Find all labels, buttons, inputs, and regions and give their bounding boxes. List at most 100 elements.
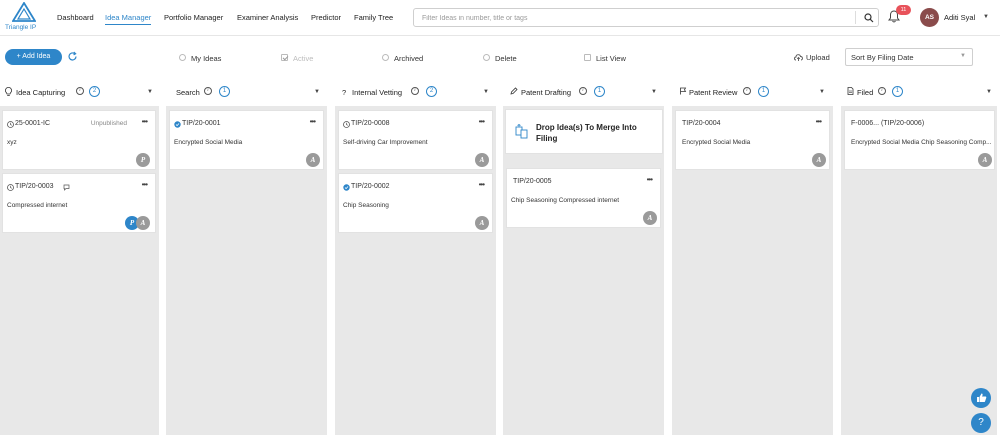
more-options-icon[interactable]: ••• bbox=[479, 180, 485, 189]
nav-predictor[interactable]: Predictor bbox=[311, 13, 341, 22]
assignee-avatar[interactable]: A bbox=[306, 153, 320, 167]
kanban-board: Idea Capturing i 2 ▼ 25-0001-IC Unpublis… bbox=[0, 74, 1000, 435]
active-checkbox[interactable] bbox=[281, 54, 288, 61]
idea-card[interactable]: 25-0001-IC Unpublished ••• xyz P bbox=[2, 110, 156, 170]
filter-label: List View bbox=[596, 54, 626, 63]
filter-delete[interactable]: Delete bbox=[483, 53, 533, 63]
card-title: Compressed internet bbox=[7, 202, 68, 209]
filter-active[interactable]: Active bbox=[281, 53, 331, 63]
column-header-filed: Filed i 1 ▼ bbox=[847, 86, 997, 100]
check-badge-icon bbox=[343, 184, 350, 191]
user-avatar[interactable]: AS bbox=[920, 8, 939, 27]
card-title: Encrypted Social Media bbox=[682, 139, 751, 146]
chevron-down-icon: ▼ bbox=[960, 53, 966, 59]
notification-count-badge: 11 bbox=[896, 5, 911, 15]
more-options-icon[interactable]: ••• bbox=[479, 117, 485, 126]
column-count: 1 bbox=[219, 86, 230, 97]
document-icon bbox=[847, 87, 854, 95]
idea-card[interactable]: TIP/20-0003 ••• Compressed internet P A bbox=[2, 173, 156, 233]
search-input[interactable] bbox=[422, 12, 842, 24]
list-view-checkbox[interactable] bbox=[584, 54, 591, 61]
idea-card[interactable]: TIP/20-0008 ••• Self-driving Car Improve… bbox=[338, 110, 493, 170]
nav-family-tree[interactable]: Family Tree bbox=[354, 13, 393, 22]
nav-dashboard[interactable]: Dashboard bbox=[57, 13, 94, 22]
column-header-search: Search i 1 ▼ bbox=[176, 86, 328, 100]
thumbs-up-icon bbox=[976, 393, 986, 402]
card-title: Self-driving Car Improvement bbox=[343, 139, 428, 146]
card-title: Encrypted Social Media bbox=[174, 139, 243, 146]
nav-portfolio-manager[interactable]: Portfolio Manager bbox=[164, 13, 223, 22]
sort-select[interactable]: Sort By Filing Date ▼ bbox=[845, 48, 973, 66]
info-icon[interactable]: i bbox=[878, 87, 886, 95]
assignee-avatar[interactable]: A bbox=[475, 216, 489, 230]
column-lane-search: TIP/20-0001 ••• Encrypted Social Media A bbox=[166, 106, 327, 435]
column-lane-patent-drafting: TIP/20-0005 ••• Chip Seasoning Compresse… bbox=[503, 106, 664, 435]
nav-examiner-analysis[interactable]: Examiner Analysis bbox=[237, 13, 298, 22]
card-title: Chip Seasoning bbox=[343, 202, 389, 209]
more-options-icon[interactable]: ••• bbox=[142, 180, 148, 189]
add-idea-button[interactable]: + Add Idea bbox=[5, 49, 62, 65]
card-id: TIP/20-0004 bbox=[682, 120, 721, 127]
more-options-icon[interactable]: ••• bbox=[816, 117, 822, 126]
filter-label: My Ideas bbox=[191, 54, 222, 63]
check-badge-icon bbox=[174, 121, 181, 128]
clock-icon bbox=[343, 121, 350, 128]
user-name[interactable]: Aditi Syal bbox=[944, 13, 975, 22]
user-menu-caret-icon[interactable]: ▼ bbox=[983, 14, 989, 20]
brand-logo[interactable]: Triangle IP bbox=[5, 2, 43, 34]
column-menu-caret-icon[interactable]: ▼ bbox=[986, 89, 992, 95]
question-icon: ? bbox=[342, 88, 347, 97]
more-options-icon[interactable]: ••• bbox=[142, 117, 148, 126]
upload-button[interactable]: Upload bbox=[806, 53, 830, 62]
my-ideas-radio[interactable] bbox=[179, 54, 186, 61]
idea-card[interactable]: TIP/20-0001 ••• Encrypted Social Media A bbox=[169, 110, 324, 170]
comment-icon[interactable] bbox=[63, 184, 70, 191]
more-options-icon[interactable]: ••• bbox=[647, 175, 653, 184]
column-menu-caret-icon[interactable]: ▼ bbox=[651, 89, 657, 95]
nav-idea-manager[interactable]: Idea Manager bbox=[105, 13, 152, 25]
more-options-icon[interactable]: ••• bbox=[310, 117, 316, 126]
info-icon[interactable]: i bbox=[579, 87, 587, 95]
idea-card[interactable]: TIP/20-0004 ••• Encrypted Social Media A bbox=[675, 110, 830, 170]
assignee-avatar[interactable]: A bbox=[475, 153, 489, 167]
idea-card[interactable]: TIP/20-0002 ••• Chip Seasoning A bbox=[338, 173, 493, 233]
help-button[interactable]: ? bbox=[971, 413, 991, 433]
assignee-avatar[interactable]: A bbox=[978, 153, 992, 167]
assignee-avatar[interactable]: P bbox=[136, 153, 150, 167]
column-menu-caret-icon[interactable]: ▼ bbox=[147, 89, 153, 95]
upload-cloud-icon[interactable] bbox=[793, 52, 804, 62]
column-menu-caret-icon[interactable]: ▼ bbox=[314, 89, 320, 95]
info-icon[interactable]: i bbox=[411, 87, 419, 95]
filter-label: Active bbox=[293, 54, 314, 63]
search-box bbox=[413, 8, 879, 27]
filter-list-view[interactable]: List View bbox=[584, 53, 639, 63]
idea-card[interactable]: F-0006... (TIP/20-0006) Encrypted Social… bbox=[844, 110, 995, 170]
card-id: TIP/20-0001 bbox=[182, 120, 221, 127]
column-menu-caret-icon[interactable]: ▼ bbox=[483, 89, 489, 95]
filter-archived[interactable]: Archived bbox=[382, 53, 442, 63]
assignee-avatar[interactable]: A bbox=[812, 153, 826, 167]
refresh-icon[interactable] bbox=[67, 51, 78, 62]
drop-zone-merge-filing[interactable]: Drop Idea(s) To Merge Into Filing bbox=[505, 109, 663, 154]
column-header-idea-capturing: Idea Capturing i 2 ▼ bbox=[5, 86, 157, 100]
sort-value: Sort By Filing Date bbox=[851, 53, 914, 62]
info-icon[interactable]: i bbox=[743, 87, 751, 95]
info-icon[interactable]: i bbox=[76, 87, 84, 95]
column-lane-filed: F-0006... (TIP/20-0006) Encrypted Social… bbox=[841, 106, 997, 435]
column-menu-caret-icon[interactable]: ▼ bbox=[819, 89, 825, 95]
info-icon[interactable]: i bbox=[204, 87, 212, 95]
feedback-button[interactable] bbox=[971, 388, 991, 408]
column-header-patent-review: Patent Review i 1 ▼ bbox=[679, 86, 831, 100]
flag-icon bbox=[680, 87, 687, 95]
column-count: 1 bbox=[594, 86, 605, 97]
column-lane-idea-capturing: 25-0001-IC Unpublished ••• xyz P TIP/20-… bbox=[0, 106, 159, 435]
assignee-avatar[interactable]: A bbox=[643, 211, 657, 225]
assignee-avatar[interactable]: A bbox=[136, 216, 150, 230]
archived-radio[interactable] bbox=[382, 54, 389, 61]
idea-card[interactable]: TIP/20-0005 ••• Chip Seasoning Compresse… bbox=[506, 168, 661, 228]
delete-radio[interactable] bbox=[483, 54, 490, 61]
toolbar: + Add Idea My Ideas Active Archived Dele… bbox=[0, 36, 1000, 74]
search-icon[interactable] bbox=[864, 13, 874, 23]
column-title: Patent Review bbox=[689, 88, 738, 97]
filter-my-ideas[interactable]: My Ideas bbox=[179, 53, 239, 63]
